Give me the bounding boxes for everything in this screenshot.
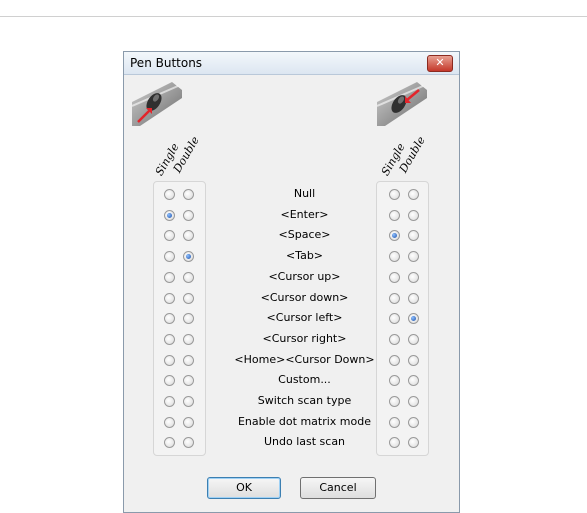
left-single-radio[interactable] [164,292,175,304]
right-double-radio[interactable] [408,292,419,304]
action-label: Enable dot matrix mode [237,414,372,428]
right-double-radio[interactable] [408,209,419,221]
close-button[interactable]: ✕ [427,55,453,72]
right-single-radio[interactable] [389,354,400,366]
close-icon: ✕ [435,56,445,69]
right-single-radio[interactable] [389,396,400,407]
right-double-radio[interactable] [408,416,419,428]
right-double-radio[interactable] [408,396,419,407]
pen-upper-button-icon [377,82,427,126]
action-label: <Space> [278,228,331,242]
action-label: <Cursor up> [268,269,341,283]
action-label: <Cursor down> [260,290,349,304]
left-single-radio[interactable] [164,354,175,366]
left-single-radio[interactable] [164,333,175,345]
action-label: <Enter> [280,207,329,221]
right-double-radio[interactable] [408,333,419,345]
left-single-radio[interactable] [164,209,175,221]
left-single-radio[interactable] [164,396,175,407]
right-single-radio[interactable] [389,189,400,200]
left-double-radio[interactable] [183,292,194,304]
action-label: Switch scan type [257,394,352,407]
right-double-radio[interactable] [408,189,419,200]
right-single-radio[interactable] [389,333,400,345]
action-label: Null [293,187,316,200]
action-label: <Cursor right> [262,331,347,345]
left-double-radio[interactable] [183,189,194,200]
left-double-radio[interactable] [183,354,194,366]
pen-lower-button-icon [132,82,182,126]
cancel-button[interactable]: Cancel [300,477,376,499]
right-single-radio[interactable] [389,416,400,428]
ok-button[interactable]: OK [207,477,281,499]
action-label: <Tab> [285,249,324,263]
dialog-title: Pen Buttons [130,56,203,70]
right-double-radio[interactable] [408,354,419,366]
action-label: <Home><Cursor Down> [234,352,375,366]
left-double-radio[interactable] [183,271,194,283]
top-divider [0,16,587,17]
left-double-radio[interactable] [183,333,194,345]
left-double-radio[interactable] [183,209,194,221]
left-single-radio[interactable] [164,416,175,428]
left-single-radio[interactable] [164,271,175,283]
title-bar: Pen Buttons ✕ [124,52,459,75]
left-radio-group [153,181,206,456]
pen-buttons-dialog: Pen Buttons ✕ Single Double Single Doubl… [123,51,460,513]
left-single-radio[interactable] [164,189,175,200]
action-label: Custom... [278,373,331,387]
left-double-radio[interactable] [183,396,194,407]
right-single-radio[interactable] [389,271,400,283]
right-double-radio[interactable] [408,271,419,283]
right-single-radio[interactable] [389,209,400,221]
action-label: Undo last scan [263,435,346,449]
left-double-radio[interactable] [183,416,194,428]
action-label: <Cursor left> [266,311,343,325]
right-single-radio[interactable] [389,292,400,304]
